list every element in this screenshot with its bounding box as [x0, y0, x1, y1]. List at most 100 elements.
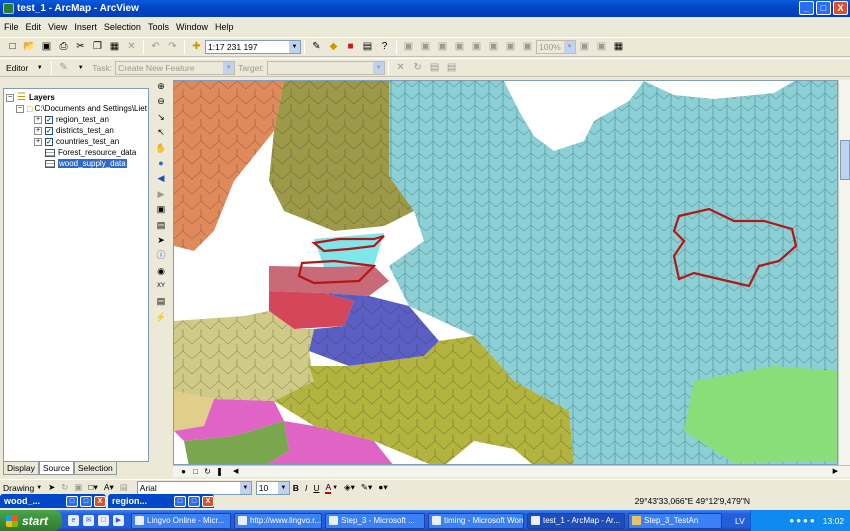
font-combo[interactable]: Arial ▼ [136, 480, 252, 495]
font-color-button[interactable]: A ▼ [325, 482, 338, 494]
toc-layer[interactable]: + ✓ districts_test_an [34, 125, 114, 136]
scrollbar-thumb[interactable] [840, 140, 850, 180]
desktop-icon[interactable]: □ [98, 515, 109, 526]
toggle-draft-mode-icon[interactable]: ▣ [578, 41, 591, 54]
toc-root[interactable]: − ☰ Layers [6, 92, 55, 103]
zoom-out-icon[interactable]: ⊖ [154, 95, 168, 108]
chevron-down-icon[interactable]: ▼ [564, 41, 575, 53]
map-canvas[interactable] [174, 81, 838, 465]
close-button[interactable]: X [833, 1, 848, 15]
arcmap-app-icon[interactable] [3, 3, 14, 14]
fixed-zoom-in-icon[interactable]: ↘ [154, 111, 168, 124]
zoom-in-icon[interactable]: ⊕ [154, 80, 168, 93]
taskbar-item-active[interactable]: test_1 - ArcMap - Ar... [527, 512, 625, 529]
add-data-icon[interactable]: ✚ [190, 41, 203, 54]
clear-selection-icon[interactable]: ▤ [154, 219, 168, 232]
toc-layer[interactable]: + ✓ region_test_an [34, 114, 109, 125]
expand-icon[interactable]: + [34, 137, 42, 146]
chevron-down-icon[interactable]: ▼ [223, 61, 235, 74]
fixed-zoom-in-icon[interactable]: ▣ [487, 41, 500, 54]
zoom-100-icon[interactable]: ▣ [470, 41, 483, 54]
maximize-icon[interactable]: □ [188, 495, 200, 507]
sketch-properties-icon[interactable]: ▤ [445, 61, 458, 74]
taskbar-item[interactable]: timing - Microsoft Word [428, 512, 524, 529]
pan-hand-icon[interactable]: ✋ [154, 142, 168, 155]
layer-visibility-checkbox[interactable]: ✓ [45, 115, 53, 124]
title-bar[interactable]: test_1 - ArcMap - ArcView _ □ X [0, 0, 850, 17]
chevron-down-icon[interactable]: ▼ [239, 481, 251, 494]
toc-table[interactable]: Forest_resource_data [45, 147, 136, 158]
fill-color-icon[interactable]: ◈▾ [344, 482, 355, 493]
restore-icon[interactable]: □ [66, 495, 78, 507]
arccatalog-icon[interactable]: ◆ [327, 41, 340, 54]
menu-file[interactable]: File [4, 22, 19, 32]
collapse-icon[interactable]: − [6, 93, 14, 102]
attributes-icon[interactable]: ▤ [428, 61, 441, 74]
delete-icon[interactable]: ✕ [125, 41, 138, 54]
taskbar-item[interactable]: Lingvo Online - Micr... [131, 512, 231, 529]
measure-icon[interactable]: ▤ [154, 295, 168, 308]
edit-vertices-icon[interactable]: ▤ [120, 482, 128, 493]
chevron-down-icon[interactable]: ▼ [74, 61, 87, 74]
paste-icon[interactable]: ▦ [108, 41, 121, 54]
sketch-tool-icon[interactable]: ✎ [57, 61, 70, 74]
focus-data-frame-icon[interactable]: ▣ [595, 41, 608, 54]
taskbar-item[interactable]: http://www.lingvo.r... [234, 512, 322, 529]
map-horizontal-scrollbar[interactable]: ◀ ▶ [233, 467, 838, 477]
zoom-whole-page-icon[interactable]: ▣ [453, 41, 466, 54]
rotate-tool-icon[interactable]: ↻ [411, 61, 424, 74]
layout-zoom-combo[interactable]: 100% ▼ [536, 40, 576, 54]
restore-icon[interactable]: □ [174, 495, 186, 507]
tab-source[interactable]: Source [38, 462, 74, 475]
fixed-zoom-out-icon[interactable]: ▣ [504, 41, 517, 54]
toc-layer[interactable]: + ✓ countries_test_an [34, 136, 119, 147]
bold-button[interactable]: B [293, 483, 299, 493]
open-folder-icon[interactable]: 📂 [23, 41, 36, 54]
pause-drawing-icon[interactable]: ❚ [213, 465, 226, 478]
collapse-icon[interactable]: − [16, 104, 24, 113]
chevron-down-icon[interactable]: ▼ [277, 481, 289, 494]
map-scale-combo[interactable]: 1:17 231 197 ▼ [205, 40, 301, 54]
font-size-combo[interactable]: 10 ▼ [255, 480, 290, 495]
toc-datasource[interactable]: − □ C:\Documents and Settings\Liet [16, 103, 147, 114]
minimize-button[interactable]: _ [799, 1, 814, 15]
underline-button[interactable]: U [313, 483, 319, 493]
menu-tools[interactable]: Tools [148, 22, 169, 32]
zoom-selected-icon[interactable]: ▣ [74, 482, 82, 493]
map-display[interactable] [173, 80, 838, 465]
command-line-icon[interactable]: ▤ [361, 41, 374, 54]
chevron-down-icon[interactable]: ▼ [373, 61, 385, 74]
menu-view[interactable]: View [48, 22, 67, 32]
italic-button[interactable]: I [305, 483, 307, 493]
line-color-icon[interactable]: ✎▾ [361, 482, 372, 493]
print-icon[interactable]: ⎙ [57, 41, 70, 54]
go-back-extent-icon[interactable]: ▣ [521, 41, 534, 54]
floating-window-region[interactable]: region... □ □ X [108, 494, 214, 508]
taskbar-item[interactable]: Step_3 - Microsoft ... [325, 512, 425, 529]
map-vertical-scrollbar[interactable] [838, 80, 850, 465]
layout-zoom-out-icon[interactable]: ▣ [419, 41, 432, 54]
back-arrow-icon[interactable]: ◀ [154, 172, 168, 185]
expand-icon[interactable]: + [34, 126, 42, 135]
menu-help[interactable]: Help [215, 22, 234, 32]
save-icon[interactable]: ▣ [40, 41, 53, 54]
target-combo[interactable]: ▼ [267, 60, 386, 75]
split-tool-icon[interactable]: ✕ [394, 61, 407, 74]
redo-icon[interactable]: ↷ [166, 41, 179, 54]
scroll-right-icon[interactable]: ▶ [833, 467, 838, 475]
scroll-left-icon[interactable]: ◀ [233, 467, 238, 475]
rectangle-icon[interactable]: □▾ [88, 482, 97, 493]
start-button[interactable]: start [0, 510, 62, 531]
outlook-icon[interactable]: ✉ [83, 515, 94, 526]
marker-color-icon[interactable]: ●▾ [378, 482, 387, 493]
menu-selection[interactable]: Selection [104, 22, 141, 32]
full-extent-globe-icon[interactable]: ● [154, 157, 168, 170]
chevron-down-icon[interactable]: ▼ [33, 61, 46, 74]
arctoolbox-icon[interactable]: ■ [344, 41, 357, 54]
forward-arrow-icon[interactable]: ▶ [154, 188, 168, 201]
hyperlink-icon[interactable]: ⚡ [154, 311, 168, 324]
rotate-icon[interactable]: ↻ [61, 482, 68, 493]
chevron-down-icon[interactable]: ▼ [289, 41, 300, 53]
undo-icon[interactable]: ↶ [149, 41, 162, 54]
cut-icon[interactable]: ✂ [74, 41, 87, 54]
